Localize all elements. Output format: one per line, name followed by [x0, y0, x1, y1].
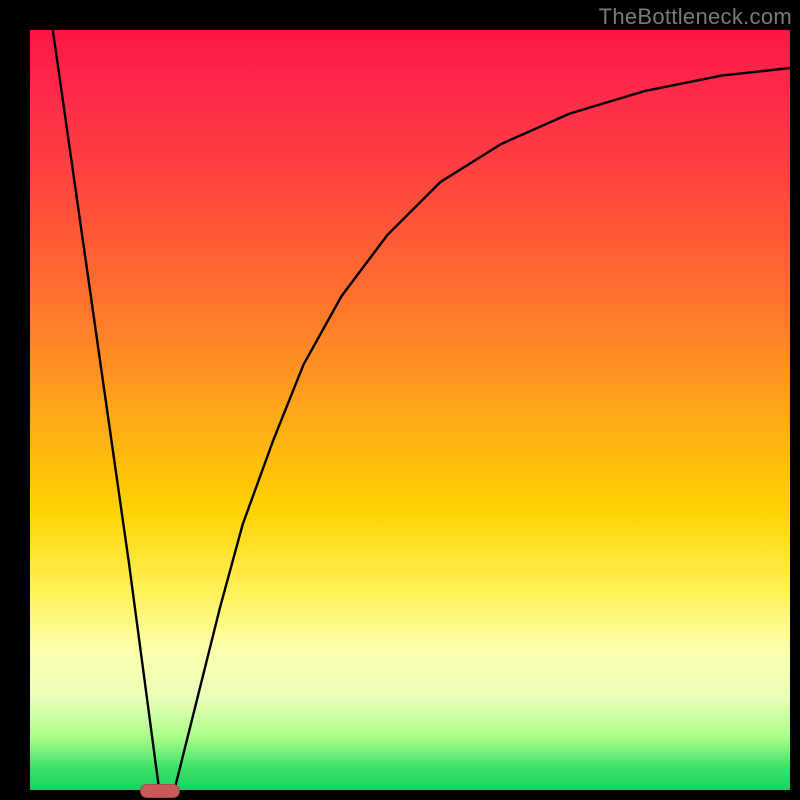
series-left-descending — [53, 30, 159, 790]
min-marker-pill — [140, 784, 180, 797]
watermark-text: TheBottleneck.com — [599, 4, 792, 30]
curves-svg — [30, 30, 790, 790]
chart-frame: TheBottleneck.com — [0, 0, 800, 800]
plot-area — [30, 30, 790, 790]
series-right-ascending — [174, 68, 790, 790]
